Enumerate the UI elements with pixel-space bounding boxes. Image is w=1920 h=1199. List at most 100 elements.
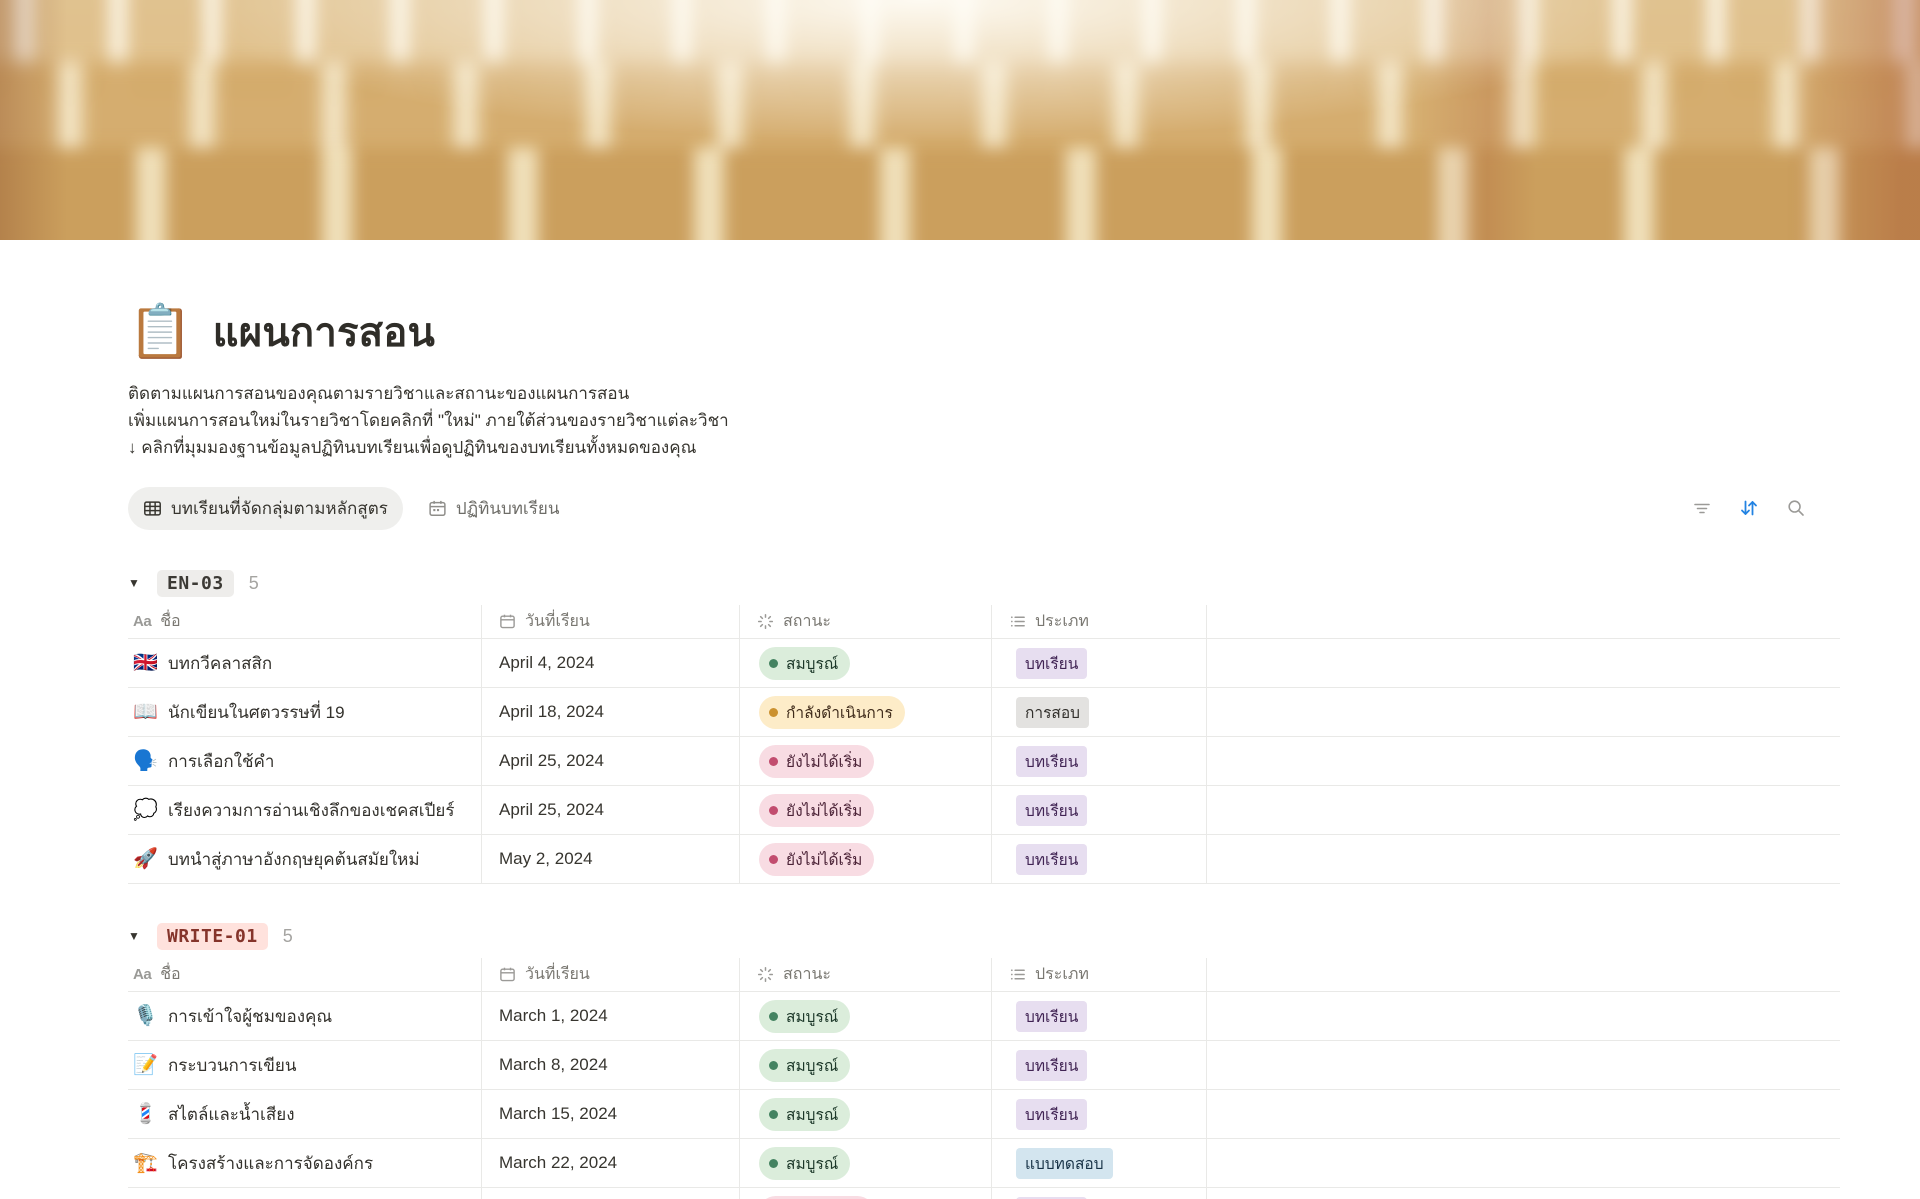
cell-status[interactable]: สมบูรณ์: [740, 639, 992, 688]
type-pill: บทเรียน: [1016, 648, 1087, 679]
cell-status[interactable]: สมบูรณ์: [740, 1090, 992, 1139]
tab-lesson-calendar[interactable]: ปฏิทินบทเรียน: [413, 487, 575, 530]
cell-date[interactable]: March 22, 2024: [482, 1139, 740, 1188]
view-controls: [1692, 497, 1806, 519]
cell-status[interactable]: ยังไม่ได้เริ่ม: [740, 1188, 992, 1199]
cell-type[interactable]: บทเรียน: [992, 835, 1207, 884]
cell-date[interactable]: April 25, 2024: [482, 786, 740, 835]
cell-empty: [1207, 1041, 1840, 1090]
speaking-head-icon: 🗣️: [133, 751, 157, 771]
type-pill: บทเรียน: [1016, 795, 1087, 826]
status-label: สมบูรณ์: [786, 1151, 838, 1176]
group-name-pill[interactable]: EN-03: [157, 570, 234, 597]
collapse-triangle-icon[interactable]: ▼: [128, 576, 142, 590]
cell-name[interactable]: 📝 กระบวนการเขียน: [128, 1041, 482, 1090]
cell-status[interactable]: ยังไม่ได้เริ่ม: [740, 737, 992, 786]
cell-date[interactable]: March 1, 2024: [482, 992, 740, 1041]
tab-grouped-lessons[interactable]: บทเรียนที่จัดกลุ่มตามหลักสูตร: [128, 487, 403, 530]
column-header-status[interactable]: สถานะ: [740, 958, 992, 992]
cell-name[interactable]: 🗣️ การเลือกใช้คำ: [128, 737, 482, 786]
column-header-type[interactable]: ประเภท: [992, 605, 1207, 639]
cell-status[interactable]: สมบูรณ์: [740, 1139, 992, 1188]
cell-date[interactable]: April 4, 2024: [482, 639, 740, 688]
status-pill: ยังไม่ได้เริ่ม: [759, 843, 874, 876]
date-value: March 15, 2024: [499, 1104, 617, 1124]
cell-type[interactable]: บทเรียน: [992, 786, 1207, 835]
group-name-pill[interactable]: WRITE-01: [157, 923, 268, 950]
cell-status[interactable]: สมบูรณ์: [740, 992, 992, 1041]
cell-status[interactable]: สมบูรณ์: [740, 1041, 992, 1090]
status-pill: กำลังดำเนินการ: [759, 696, 905, 729]
sort-icon[interactable]: [1738, 497, 1760, 519]
column-header-date[interactable]: วันที่เรียน: [482, 958, 740, 992]
cell-name[interactable]: 🔬 การวิจัยและการอ้างอิง: [128, 1188, 482, 1199]
cell-status[interactable]: ยังไม่ได้เริ่ม: [740, 786, 992, 835]
filter-icon[interactable]: [1692, 498, 1712, 518]
column-label: ชื่อ: [160, 609, 180, 634]
status-burst-icon: [757, 966, 774, 983]
cell-date[interactable]: May 2, 2024: [482, 835, 740, 884]
cell-empty: [1207, 639, 1840, 688]
table-row[interactable]: 📝 กระบวนการเขียน March 8, 2024 สมบูรณ์ บ…: [128, 1041, 1840, 1090]
cell-date[interactable]: March 8, 2024: [482, 1041, 740, 1090]
column-header-status[interactable]: สถานะ: [740, 605, 992, 639]
clipboard-page-icon: 📋: [128, 306, 193, 358]
open-book-icon: 📖: [133, 702, 157, 722]
column-header-type[interactable]: ประเภท: [992, 958, 1207, 992]
cell-name[interactable]: 🚀 บทนำสู่ภาษาอังกฤษยุคต้นสมัยใหม่: [128, 835, 482, 884]
column-header-name[interactable]: Aa ชื่อ: [128, 605, 482, 639]
cell-name[interactable]: 💭 เรียงความการอ่านเชิงลึกของเชคสเปียร์: [128, 786, 482, 835]
cell-name[interactable]: 🇬🇧 บทกวีคลาสสิก: [128, 639, 482, 688]
column-header-name[interactable]: Aa ชื่อ: [128, 958, 482, 992]
table-row[interactable]: 🎙️ การเข้าใจผู้ชมของคุณ March 1, 2024 สม…: [128, 992, 1840, 1041]
cell-empty: [1207, 992, 1840, 1041]
cell-name[interactable]: 💈 สไตล์และน้ำเสียง: [128, 1090, 482, 1139]
column-label: ประเภท: [1035, 962, 1089, 987]
cell-type[interactable]: บทเรียน: [992, 737, 1207, 786]
cell-status[interactable]: กำลังดำเนินการ: [740, 688, 992, 737]
cell-name[interactable]: 📖 นักเขียนในศตวรรษที่ 19: [128, 688, 482, 737]
search-icon[interactable]: [1786, 498, 1806, 518]
cell-date[interactable]: April 25, 2024: [482, 737, 740, 786]
table-row[interactable]: 🗣️ การเลือกใช้คำ April 25, 2024 ยังไม่ได…: [128, 737, 1840, 786]
rocket-icon: 🚀: [133, 849, 157, 869]
cell-type[interactable]: การสอบ: [992, 688, 1207, 737]
status-label: ยังไม่ได้เริ่ม: [786, 847, 862, 872]
column-header-date[interactable]: วันที่เรียน: [482, 605, 740, 639]
cell-empty: [1207, 1090, 1840, 1139]
table-row[interactable]: 💈 สไตล์และน้ำเสียง March 15, 2024 สมบูรณ…: [128, 1090, 1840, 1139]
column-header-empty: [1207, 958, 1840, 992]
memo-icon: 📝: [133, 1055, 157, 1075]
view-tabs-bar: บทเรียนที่จัดกลุ่มตามหลักสูตร ปฏิทินบทเร…: [128, 485, 1840, 531]
page-description: ติดตามแผนการสอนของคุณตามรายวิชาและสถานะข…: [128, 380, 1840, 461]
status-pill: สมบูรณ์: [759, 1147, 850, 1180]
table-row[interactable]: 💭 เรียงความการอ่านเชิงลึกของเชคสเปียร์ A…: [128, 786, 1840, 835]
cell-date[interactable]: April 18, 2024: [482, 688, 740, 737]
cell-type[interactable]: บทเรียน: [992, 1090, 1207, 1139]
cell-status[interactable]: ยังไม่ได้เริ่ม: [740, 835, 992, 884]
cell-date[interactable]: March 29, 2024: [482, 1188, 740, 1199]
cell-type[interactable]: บทเรียน: [992, 992, 1207, 1041]
cell-type[interactable]: บทเรียน: [992, 639, 1207, 688]
cell-name[interactable]: 🎙️ การเข้าใจผู้ชมของคุณ: [128, 992, 482, 1041]
date-value: April 25, 2024: [499, 751, 604, 771]
lesson-title: เรียงความการอ่านเชิงลึกของเชคสเปียร์: [168, 797, 455, 824]
group-header: ▼ EN-03 5: [128, 561, 1840, 605]
type-pill: บทเรียน: [1016, 844, 1087, 875]
table-row[interactable]: 🏗️ โครงสร้างและการจัดองค์กร March 22, 20…: [128, 1139, 1840, 1188]
cell-type[interactable]: บทเรียน: [992, 1188, 1207, 1199]
cell-name[interactable]: 🏗️ โครงสร้างและการจัดองค์กร: [128, 1139, 482, 1188]
collapse-triangle-icon[interactable]: ▼: [128, 929, 142, 943]
group-write-01: ▼ WRITE-01 5 Aa ชื่อ: [128, 914, 1840, 1199]
cell-type[interactable]: บทเรียน: [992, 1041, 1207, 1090]
table-row[interactable]: 📖 นักเขียนในศตวรรษที่ 19 April 18, 2024 …: [128, 688, 1840, 737]
table-row[interactable]: 🇬🇧 บทกวีคลาสสิก April 4, 2024 สมบูรณ์ บท…: [128, 639, 1840, 688]
table-row[interactable]: 🚀 บทนำสู่ภาษาอังกฤษยุคต้นสมัยใหม่ May 2,…: [128, 835, 1840, 884]
cell-date[interactable]: March 15, 2024: [482, 1090, 740, 1139]
cell-type[interactable]: แบบทดสอบ: [992, 1139, 1207, 1188]
type-pill: บทเรียน: [1016, 1001, 1087, 1032]
lesson-title: บทกวีคลาสสิก: [168, 650, 272, 677]
table-row[interactable]: 🔬 การวิจัยและการอ้างอิง March 29, 2024 ย…: [128, 1188, 1840, 1199]
column-label: สถานะ: [783, 962, 831, 987]
lesson-title: การเลือกใช้คำ: [168, 748, 274, 775]
